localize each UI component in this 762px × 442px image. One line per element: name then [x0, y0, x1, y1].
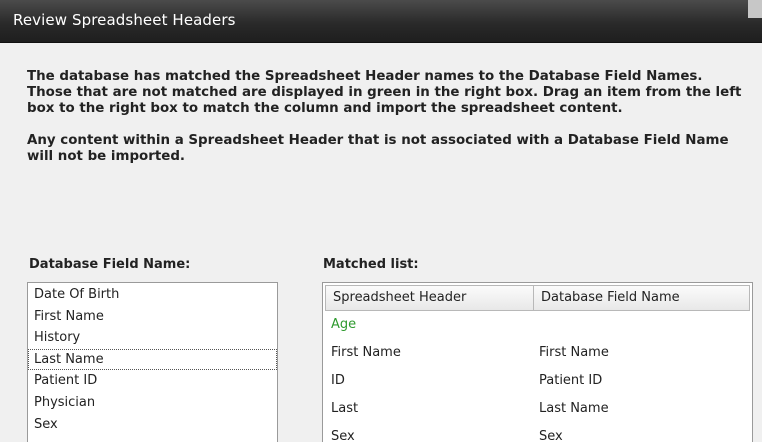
matched-list-label: Matched list: — [323, 257, 419, 272]
instructions-paragraph-1: The database has matched the Spreadsheet… — [27, 69, 742, 116]
table-row[interactable]: First Name First Name — [323, 339, 752, 367]
instructions: The database has matched the Spreadsheet… — [27, 69, 745, 165]
instructions-paragraph-2: Any content within a Spreadsheet Header … — [27, 133, 729, 164]
window-control[interactable] — [748, 0, 762, 18]
list-item-patient-id[interactable]: Patient ID — [28, 370, 277, 392]
list-item-date-of-birth[interactable]: Date Of Birth — [28, 284, 277, 306]
database-field-name-label: Database Field Name: — [29, 257, 191, 272]
list-item-sex[interactable]: Sex — [28, 414, 277, 436]
title-bar[interactable]: Review Spreadsheet Headers — [0, 0, 762, 43]
database-field-list[interactable]: Date Of Birth First Name History Last Na… — [27, 282, 278, 442]
list-item-physician[interactable]: Physician — [28, 392, 277, 414]
matched-list[interactable]: Spreadsheet Header Database Field Name A… — [322, 282, 753, 442]
list-item-last-name[interactable]: Last Name — [28, 348, 277, 371]
table-row[interactable]: Sex Sex — [323, 423, 752, 442]
spreadsheet-header-cell: ID — [331, 373, 345, 388]
matched-list-header: Spreadsheet Header Database Field Name — [325, 285, 750, 311]
database-field-cell: Patient ID — [539, 373, 603, 388]
list-item-first-name[interactable]: First Name — [28, 306, 277, 328]
spreadsheet-header-cell: Sex — [331, 429, 355, 442]
database-field-cell: Last Name — [539, 401, 609, 416]
column-header-database-field-name[interactable]: Database Field Name — [534, 286, 749, 310]
spreadsheet-header-cell: Last — [331, 401, 359, 416]
table-row[interactable]: Age — [323, 311, 752, 339]
window-title: Review Spreadsheet Headers — [13, 11, 236, 29]
spreadsheet-header-cell: First Name — [331, 345, 401, 360]
table-row[interactable]: Last Last Name — [323, 395, 752, 423]
list-item-history[interactable]: History — [28, 327, 277, 349]
column-header-spreadsheet-header[interactable]: Spreadsheet Header — [326, 286, 534, 310]
table-row[interactable]: ID Patient ID — [323, 367, 752, 395]
database-field-cell: Sex — [539, 429, 563, 442]
database-field-cell — [533, 311, 752, 339]
spreadsheet-header-cell: Age — [331, 317, 357, 332]
review-spreadsheet-headers-dialog: Review Spreadsheet Headers The database … — [0, 0, 762, 442]
database-field-cell: First Name — [539, 345, 609, 360]
